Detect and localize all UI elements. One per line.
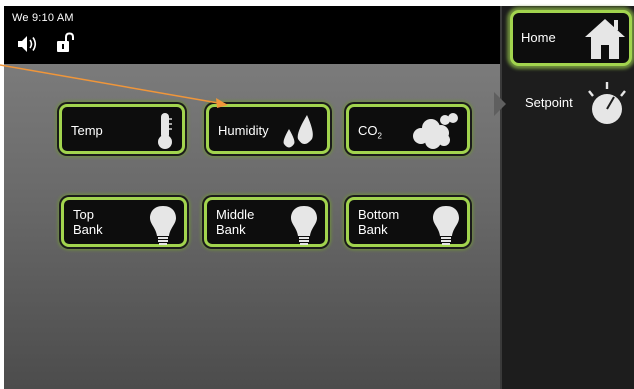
co2-tile[interactable]: CO2: [346, 104, 470, 154]
volume-icon[interactable]: [16, 34, 38, 59]
cloud-icon: [409, 111, 461, 154]
unlock-icon[interactable]: [56, 32, 76, 59]
middle-bank-tile[interactable]: Middle Bank: [204, 197, 328, 247]
lightbulb-icon: [431, 204, 461, 249]
temp-tile[interactable]: Temp: [59, 104, 185, 154]
dial-icon: [584, 79, 630, 134]
home-button[interactable]: Home: [510, 10, 632, 66]
clock: We 9:10 AM: [12, 12, 74, 24]
home-label: Home: [521, 30, 556, 45]
thermometer-icon: [154, 111, 176, 154]
top-bank-tile[interactable]: Top Bank: [61, 197, 187, 247]
tile-label: Top Bank: [73, 207, 103, 237]
tile-label: Middle Bank: [216, 207, 255, 237]
humidity-tile[interactable]: Humidity: [206, 104, 330, 154]
setpoint-label: Setpoint: [525, 95, 573, 110]
tile-label: Temp: [71, 123, 103, 138]
tile-label: CO2: [358, 123, 382, 141]
tile-label: Humidity: [218, 123, 269, 138]
droplets-icon: [279, 111, 321, 154]
lightbulb-icon: [148, 204, 178, 249]
tile-label: Bottom Bank: [358, 207, 400, 237]
house-icon: [583, 15, 627, 64]
setpoint-button[interactable]: Setpoint: [500, 78, 634, 132]
lightbulb-icon: [289, 204, 319, 249]
bottom-bank-tile[interactable]: Bottom Bank: [346, 197, 470, 247]
status-bar: We 9:10 AM: [4, 6, 500, 64]
